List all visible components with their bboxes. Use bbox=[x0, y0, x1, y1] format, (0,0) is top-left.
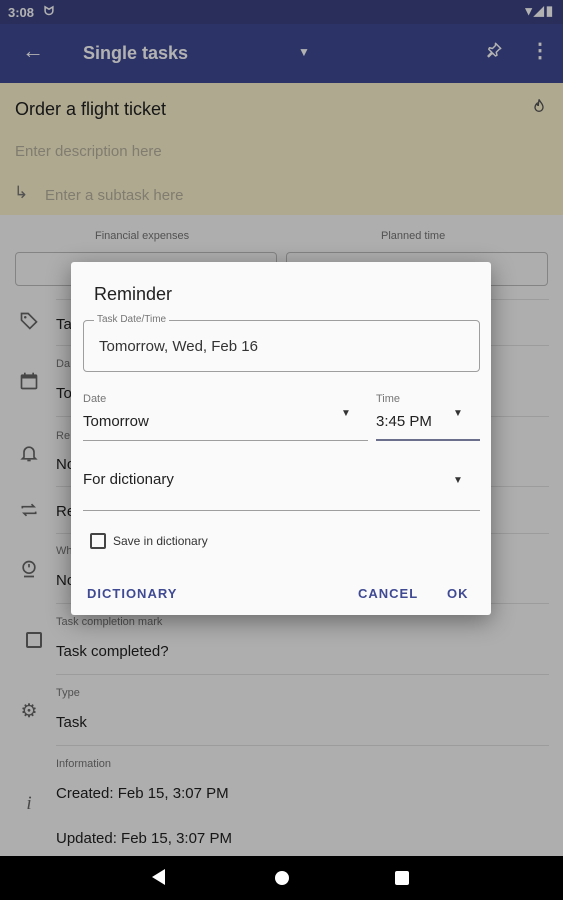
task-datetime-value: Tomorrow, Wed, Feb 16 bbox=[99, 338, 258, 355]
dialog-title: Reminder bbox=[94, 284, 173, 304]
navigation-bar bbox=[0, 856, 563, 900]
nav-back-icon[interactable] bbox=[152, 869, 165, 885]
dictionary-button[interactable]: DICTIONARY bbox=[87, 586, 177, 601]
cancel-button[interactable]: CANCEL bbox=[358, 586, 418, 601]
dictionary-select[interactable]: For dictionary bbox=[83, 471, 174, 488]
time-select[interactable]: 3:45 PM bbox=[376, 413, 432, 430]
dictionary-underline bbox=[83, 510, 480, 511]
nav-home-icon[interactable] bbox=[275, 871, 289, 885]
save-in-dictionary-label[interactable]: Save in dictionary bbox=[113, 534, 208, 548]
time-dropdown-icon[interactable]: ▼ bbox=[453, 408, 463, 419]
date-label: Date bbox=[83, 393, 107, 405]
task-datetime-field[interactable]: Task Date/Time Tomorrow, Wed, Feb 16 bbox=[83, 314, 480, 372]
date-select[interactable]: Tomorrow bbox=[83, 413, 149, 430]
time-label: Time bbox=[376, 393, 401, 405]
time-underline bbox=[376, 439, 480, 441]
nav-recents-icon[interactable] bbox=[395, 871, 409, 885]
date-dropdown-icon[interactable]: ▼ bbox=[341, 408, 351, 419]
date-underline bbox=[83, 440, 368, 441]
reminder-dialog: Reminder Task Date/Time Tomorrow, Wed, F… bbox=[71, 262, 491, 615]
task-datetime-label: Task Date/Time bbox=[94, 314, 170, 325]
save-in-dictionary-checkbox[interactable] bbox=[90, 533, 106, 549]
ok-button[interactable]: OK bbox=[447, 586, 469, 601]
dictionary-dropdown-icon[interactable]: ▼ bbox=[453, 475, 463, 486]
